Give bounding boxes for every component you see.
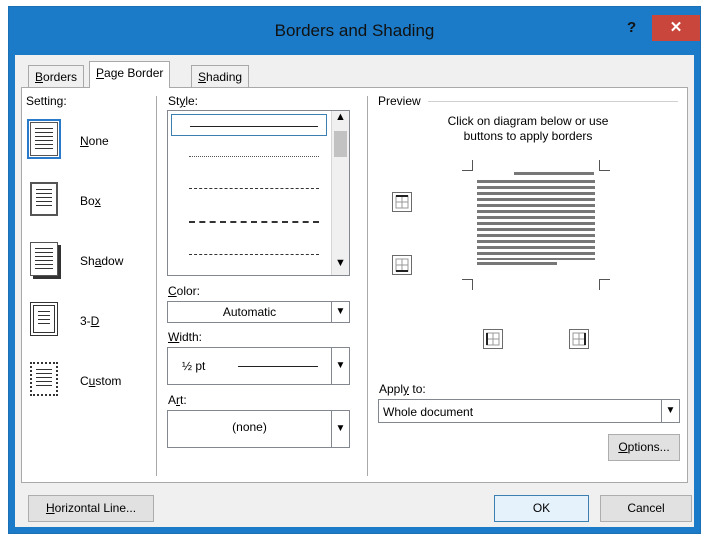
setting-custom[interactable]: Custom	[30, 358, 140, 400]
preview-text-line	[477, 262, 557, 265]
right-border-button[interactable]	[569, 329, 589, 349]
style-option-dashed-small[interactable]	[171, 177, 327, 199]
divider	[367, 96, 368, 476]
options-button[interactable]: Options...	[608, 434, 680, 461]
corner-mark	[462, 279, 473, 290]
tab-page-border-accel: P	[96, 66, 105, 80]
width-dropdown[interactable]: ½ pt ▼	[167, 347, 350, 385]
close-icon: ✕	[669, 19, 683, 36]
tab-borders-accel: B	[35, 70, 44, 84]
dialog-client-area: Borders Page Border Shading Setting: Non…	[15, 55, 694, 527]
scroll-thumb[interactable]	[334, 131, 347, 157]
style-option-dotted[interactable]	[171, 145, 327, 167]
setting-none[interactable]: None	[27, 118, 140, 160]
width-line-sample	[238, 366, 318, 367]
3d-setting-icon	[30, 302, 58, 336]
tab-page-border[interactable]: Page Border	[89, 61, 171, 88]
top-border-button[interactable]	[392, 192, 412, 212]
apply-to-value: Whole document	[383, 405, 474, 419]
close-button[interactable]: ✕	[652, 15, 700, 41]
chevron-down-icon[interactable]: ▼	[331, 302, 349, 322]
chevron-down-icon[interactable]: ▼	[331, 411, 349, 447]
width-value: ½ pt	[182, 359, 206, 373]
custom-setting-icon	[30, 362, 58, 396]
color-label: Color:	[168, 284, 201, 298]
left-border-button[interactable]	[483, 329, 503, 349]
preview-separator	[428, 101, 678, 102]
right-border-icon	[572, 332, 586, 346]
shadow-setting-icon	[30, 242, 58, 276]
setting-box-label: Box	[80, 194, 101, 208]
cancel-button[interactable]: Cancel	[600, 495, 692, 522]
tab-shading-accel: S	[198, 70, 207, 84]
art-dropdown[interactable]: (none) ▼	[167, 410, 350, 448]
apply-to-dropdown[interactable]: Whole document ▼	[378, 399, 680, 423]
style-option-dashed[interactable]	[171, 210, 327, 232]
color-dropdown[interactable]: Automatic ▼	[167, 301, 350, 323]
chevron-down-icon[interactable]: ▼	[661, 400, 679, 422]
box-setting-icon	[30, 182, 58, 216]
help-button[interactable]: ?	[627, 19, 636, 36]
horizontal-line-button[interactable]: Horizontal Line...	[28, 495, 154, 522]
color-value: Automatic	[222, 305, 277, 319]
tab-shading-label: hading	[206, 70, 243, 84]
style-listbox[interactable]: ▲ ▼	[167, 110, 350, 276]
divider	[156, 96, 157, 476]
chevron-down-icon[interactable]: ▼	[331, 348, 349, 384]
setting-shadow[interactable]: Shadow	[30, 238, 140, 280]
setting-none-label: None	[80, 134, 109, 148]
setting-3d-label: 3-D	[80, 314, 100, 328]
art-value: (none)	[232, 420, 267, 434]
tab-borders[interactable]: Borders	[28, 65, 85, 87]
tab-page-border-label: age Border	[104, 66, 164, 80]
style-option-dash-dot[interactable]	[171, 243, 327, 265]
title-bar[interactable]: Borders and Shading ? ✕	[9, 7, 700, 55]
setting-shadow-label: Shadow	[80, 254, 124, 268]
tab-borders-label: orders	[43, 70, 78, 84]
scroll-up-icon[interactable]: ▲	[332, 111, 349, 129]
top-border-icon	[395, 195, 409, 209]
corner-mark	[599, 279, 610, 290]
preview-text-line	[514, 172, 594, 175]
preview-label: Preview	[378, 94, 421, 108]
setting-label: Setting:	[26, 94, 67, 108]
scroll-down-icon[interactable]: ▼	[332, 257, 349, 275]
setting-box[interactable]: Box	[30, 178, 140, 220]
style-scrollbar[interactable]: ▲ ▼	[331, 111, 349, 275]
art-label: Art:	[168, 393, 187, 407]
width-label: Width:	[168, 330, 203, 344]
corner-mark	[462, 160, 473, 171]
left-border-icon	[486, 332, 500, 346]
setting-3d[interactable]: 3-D	[30, 298, 140, 340]
apply-to-label: Apply to:	[379, 382, 426, 396]
preview-instructions: Click on diagram below or use buttons to…	[447, 114, 609, 143]
corner-mark	[599, 160, 610, 171]
style-label: Style:	[168, 94, 199, 108]
borders-and-shading-dialog: Borders and Shading ? ✕ Borders Page Bor…	[8, 6, 701, 534]
page-border-panel: Setting: None Box Shadow 3-D Custom Styl…	[21, 87, 688, 483]
ok-button[interactable]: OK	[494, 495, 589, 522]
none-setting-icon	[27, 119, 61, 159]
dialog-title: Borders and Shading	[274, 21, 435, 40]
bottom-border-button[interactable]	[392, 255, 412, 275]
preview-text-block	[477, 180, 595, 260]
tab-shading[interactable]: Shading	[191, 65, 250, 87]
bottom-border-icon	[395, 258, 409, 272]
style-option-solid[interactable]	[171, 114, 327, 136]
setting-custom-label: Custom	[80, 374, 122, 388]
preview-diagram[interactable]	[462, 160, 610, 290]
